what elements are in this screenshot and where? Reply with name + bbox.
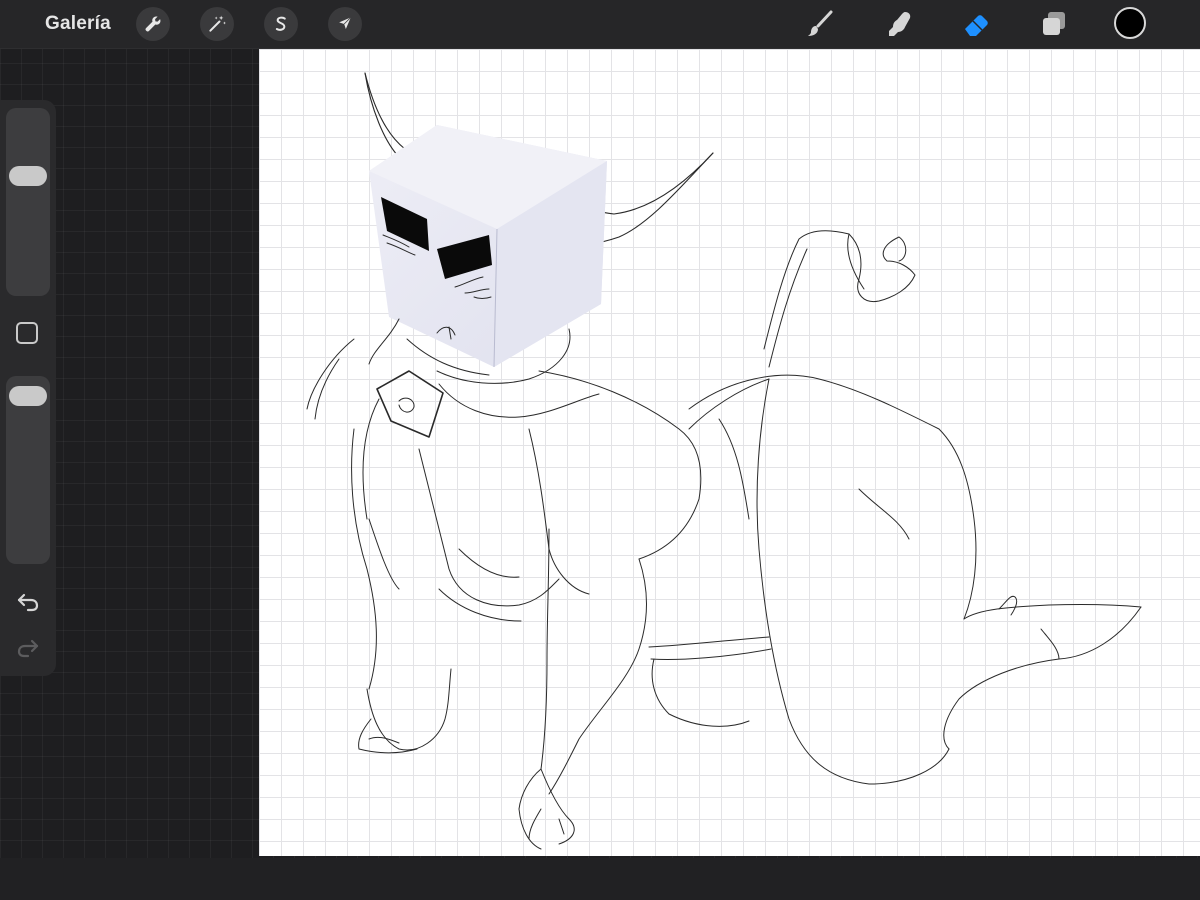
opacity-slider[interactable] xyxy=(6,376,50,564)
brush-tool-button[interactable] xyxy=(802,6,838,42)
drawing-canvas[interactable] xyxy=(259,49,1200,856)
selection-button[interactable] xyxy=(264,7,298,41)
cube-head xyxy=(369,125,607,368)
arrow-cursor-icon xyxy=(339,17,352,29)
wrench-icon xyxy=(145,16,161,32)
layers-icon xyxy=(1043,12,1065,35)
brush-size-slider-thumb[interactable] xyxy=(9,166,47,187)
redo-arrow-icon xyxy=(17,639,39,658)
smudge-tool-button[interactable] xyxy=(880,6,916,42)
left-sidebar xyxy=(0,100,56,676)
sketch-drawing xyxy=(306,72,1142,850)
top-toolbar: Galería xyxy=(0,0,1200,49)
bottom-bar xyxy=(0,858,1200,900)
actions-button[interactable] xyxy=(136,7,170,41)
adjustments-button[interactable] xyxy=(200,7,234,41)
procreate-app: Galería xyxy=(0,0,1200,900)
smudge-finger-icon xyxy=(889,12,911,36)
magic-wand-icon xyxy=(209,15,226,32)
color-picker-button[interactable] xyxy=(1114,7,1146,39)
gallery-button[interactable]: Galería xyxy=(45,12,111,36)
brush-icon xyxy=(808,10,833,36)
undo-arrow-icon xyxy=(17,593,39,612)
selection-s-icon xyxy=(275,16,286,31)
undo-button[interactable] xyxy=(14,588,42,616)
transform-button[interactable] xyxy=(328,7,362,41)
opacity-slider-thumb[interactable] xyxy=(9,386,47,407)
modify-button[interactable] xyxy=(16,322,38,344)
brush-size-slider[interactable] xyxy=(6,108,50,296)
eraser-icon xyxy=(965,15,988,36)
redo-button[interactable] xyxy=(14,634,42,662)
layers-button[interactable] xyxy=(1036,6,1072,42)
eraser-tool-button[interactable] xyxy=(958,6,994,42)
